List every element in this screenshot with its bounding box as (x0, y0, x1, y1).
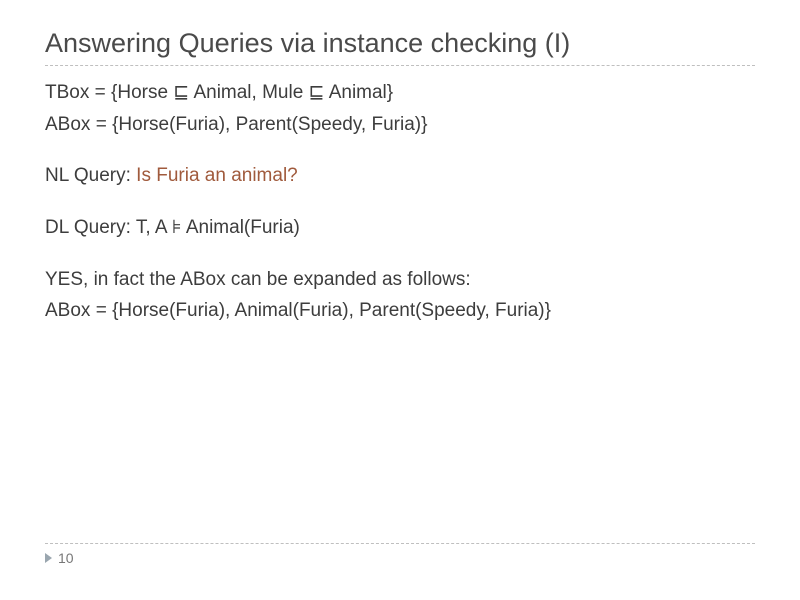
kb-block: TBox = {Horse ⊑ Animal, Mule ⊑ Animal} A… (45, 80, 755, 137)
nl-query-block: NL Query: Is Furia an animal? (45, 163, 755, 189)
slide-title: Answering Queries via instance checking … (45, 28, 755, 59)
abox-line: ABox = {Horse(Furia), Parent(Speedy, Fur… (45, 112, 755, 138)
nl-text: Is Furia an animal? (131, 165, 298, 186)
slide-content: TBox = {Horse ⊑ Animal, Mule ⊑ Animal} A… (45, 80, 755, 324)
tbox-line: TBox = {Horse ⊑ Animal, Mule ⊑ Animal} (45, 80, 755, 106)
conclusion-line-2: ABox = {Horse(Furia), Animal(Furia), Par… (45, 298, 755, 324)
title-divider (45, 65, 755, 66)
nl-label: NL Query: (45, 165, 131, 186)
slide: Answering Queries via instance checking … (0, 0, 800, 324)
conclusion-block: YES, in fact the ABox can be expanded as… (45, 267, 755, 324)
dl-query: DL Query: T, A ⊧ Animal(Furia) (45, 215, 755, 241)
dl-query-block: DL Query: T, A ⊧ Animal(Furia) (45, 215, 755, 241)
page-number: 10 (58, 550, 74, 566)
conclusion-line-1: YES, in fact the ABox can be expanded as… (45, 267, 755, 293)
nl-query: NL Query: Is Furia an animal? (45, 163, 755, 189)
footer: 10 (45, 543, 755, 566)
chevron-right-icon (45, 553, 52, 563)
